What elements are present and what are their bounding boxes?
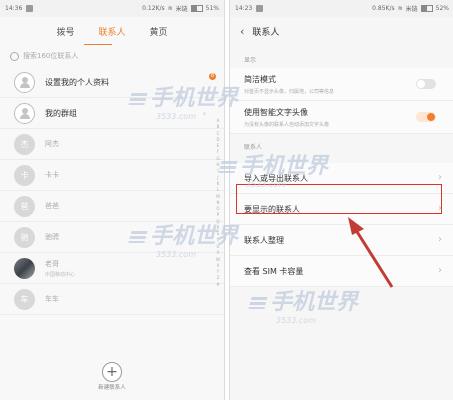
section-header-display: 显示	[244, 57, 257, 64]
list-item-groups[interactable]: 我的群组 ›	[0, 98, 224, 129]
carrier-label: 米链	[175, 6, 188, 13]
contact-row[interactable]: 驰 驰骋	[0, 222, 224, 253]
chevron-right-icon: ›	[438, 172, 442, 183]
status-bar: 14:23 0.85K/s ≋ 米链 52%	[230, 0, 453, 17]
contact-avatar: 车	[14, 288, 35, 310]
contact-row[interactable]: 老哥 中国移动中心	[0, 253, 224, 284]
battery-percent: 51%	[205, 5, 219, 12]
search-placeholder: 搜索160位联系人	[23, 52, 79, 60]
contact-name: 卡卡	[45, 171, 59, 179]
status-right: 0.85K/s ≋ 米链 52%	[372, 4, 449, 13]
battery-percent: 52%	[435, 5, 449, 12]
status-right: 0.12K/s ≋ 米链 51%	[142, 4, 219, 13]
contacts-screen: 14:36 0.12K/s ≋ 米链 51% 拨号 联系人 黄页 搜索160位联…	[0, 0, 225, 400]
contact-row[interactable]: 卡 卡卡	[0, 160, 224, 191]
section-header-contacts: 联系人	[244, 144, 263, 151]
page-title: 联系人	[252, 27, 280, 38]
group-avatar-icon	[14, 102, 35, 124]
text-avatar-toggle[interactable]	[416, 112, 436, 122]
setting-description: 对首页不显示头像，归属地，公司等信息	[244, 88, 335, 95]
index-letter[interactable]: #	[215, 282, 221, 288]
tab-bar: 拨号 联系人 黄页	[0, 17, 224, 45]
alphabet-index[interactable]: A B C D E F G H I J K L M N O P Q R S T U V W X Y Z #	[215, 118, 221, 288]
contact-name: 老哥 中国移动中心	[45, 259, 76, 278]
contact-name: 驰骋	[45, 233, 59, 241]
chevron-right-icon: ›	[438, 234, 442, 245]
contact-avatar: 爸	[14, 195, 35, 217]
chevron-right-icon: ›	[202, 108, 206, 118]
wifi-icon: ≋	[397, 5, 403, 12]
contact-row[interactable]: 杰 阿杰	[0, 129, 224, 160]
profile-avatar-icon	[14, 71, 35, 93]
network-speed: 0.85K/s	[372, 5, 395, 12]
notification-badge: 8	[209, 73, 216, 80]
contact-avatar: 杰	[14, 133, 35, 155]
add-contact-label: 新建联系人	[98, 385, 126, 391]
search-bar[interactable]: 搜索160位联系人	[10, 49, 214, 63]
contact-subtitle: 中国移动中心	[45, 271, 76, 278]
add-contact-button[interactable]: +	[102, 362, 122, 382]
battery-icon	[190, 5, 203, 12]
list-item-profile[interactable]: 设置我的个人资料 8	[0, 67, 224, 98]
wifi-icon: ≋	[167, 5, 173, 12]
plus-icon: +	[106, 364, 118, 380]
status-time: 14:36	[5, 5, 23, 12]
notification-icon	[26, 5, 34, 12]
nav-bar: ‹ 联系人	[230, 17, 453, 45]
contact-row[interactable]: 车 车车	[0, 284, 224, 315]
tab-dialer[interactable]: 拨号	[56, 25, 74, 38]
contact-photo-avatar	[14, 257, 35, 279]
network-speed: 0.12K/s	[142, 5, 165, 12]
back-arrow-icon[interactable]: ‹	[240, 25, 244, 38]
setting-description: 为没有头像的联系人自动添加文字头像	[244, 121, 330, 128]
simple-mode-toggle[interactable]	[416, 79, 436, 89]
list-item-label: 设置我的个人资料	[45, 77, 109, 87]
contact-name: 车车	[45, 295, 59, 303]
status-bar: 14:36 0.12K/s ≋ 米链 51%	[0, 0, 224, 17]
chevron-right-icon: ›	[438, 265, 442, 276]
tab-yellow-pages[interactable]: 黄页	[150, 25, 168, 38]
search-icon	[10, 51, 19, 61]
contact-row[interactable]: 爸 爸爸	[0, 191, 224, 222]
highlight-box	[236, 184, 442, 214]
contact-avatar: 驰	[14, 226, 35, 248]
contact-name: 爸爸	[45, 202, 59, 210]
carrier-label: 米链	[405, 6, 418, 13]
tab-contacts[interactable]: 联系人	[98, 25, 125, 38]
contact-name: 阿杰	[45, 140, 59, 148]
annotation-arrow-icon	[348, 217, 394, 288]
setting-text-avatar[interactable]: 使用智能文字头像 为没有头像的联系人自动添加文字头像	[230, 101, 453, 134]
list-item-label: 我的群组	[45, 108, 77, 118]
battery-icon	[420, 5, 433, 12]
setting-label: 简洁模式	[244, 74, 276, 84]
notification-icon	[256, 5, 264, 12]
setting-label: 使用智能文字头像	[244, 107, 308, 117]
contact-avatar: 卡	[14, 164, 35, 186]
menu-label: 导入或导出联系人	[244, 173, 308, 183]
setting-simple-mode[interactable]: 简洁模式 对首页不显示头像，归属地，公司等信息	[230, 68, 453, 101]
active-tab-indicator	[84, 44, 112, 45]
status-time: 14:23	[235, 5, 253, 12]
